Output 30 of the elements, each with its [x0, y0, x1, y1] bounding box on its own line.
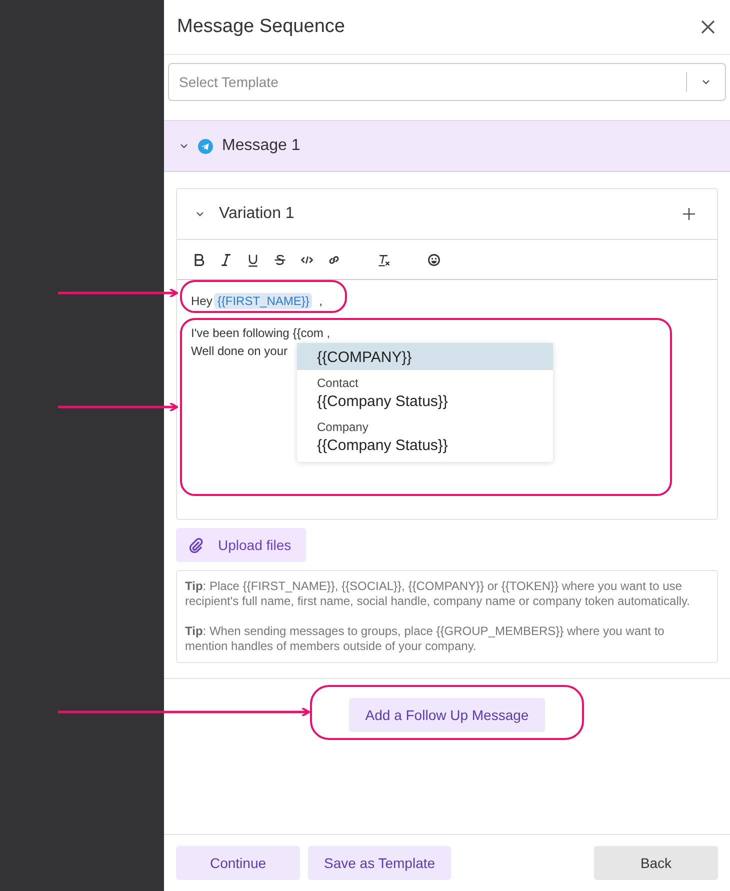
message-title: Message 1: [222, 137, 300, 155]
chevron-icon[interactable]: [195, 209, 205, 219]
variable-tag: {{FIRST_NAME}}: [214, 293, 312, 309]
footer-button[interactable]: Back: [594, 846, 718, 880]
chevron-icon[interactable]: [701, 77, 711, 87]
emoji-icon[interactable]: [426, 252, 442, 268]
variation-header[interactable]: Variation 1: [177, 189, 717, 240]
suggestion-item[interactable]: Company {{Company Status}}: [297, 414, 553, 458]
editor-text: Well done on your: [191, 343, 288, 360]
add-icon[interactable]: [683, 208, 695, 220]
upload-files-button[interactable]: Upload files: [176, 528, 306, 562]
message-header[interactable]: Message 1: [164, 120, 730, 172]
editor-text: Hey: [191, 294, 212, 308]
tip-text: Tip: Place {{FIRST_NAME}}, {{SOCIAL}}, {{COMPANY}} or {{TOKEN}} where you want to use recipient's full name, first name, social handle, company name or company token automatically.: [185, 579, 691, 609]
tip-text: Tip: When sending messages to groups, place {{GROUP_MEMBERS}} where you want to mention handles of members outside of your company.: [185, 624, 666, 654]
footer-button[interactable]: Save as Template: [308, 846, 452, 880]
message-editor[interactable]: Hey {{FIRST_NAME}} , I've been following {{com , Well done on your {{COMPANY}} Contact {{Company Status}} Company {{Company Status}}: [177, 280, 717, 519]
chevron-icon[interactable]: [179, 141, 189, 151]
editor-text: I've been following {{com ,: [191, 325, 330, 342]
variation-title: Variation 1: [219, 205, 296, 223]
panel-title: Message Sequence: [177, 16, 345, 38]
suggestion-item[interactable]: {{COMPANY}}: [297, 343, 553, 370]
footer-button[interactable]: Continue: [176, 846, 300, 880]
paperclip-icon: [188, 537, 204, 553]
suggestion-item[interactable]: Contact {{Company Status}}: [297, 370, 553, 414]
editor-text: ,: [318, 294, 322, 308]
paper-plane-icon: [198, 138, 213, 154]
template-select[interactable]: Select Template: [168, 63, 726, 101]
close-icon[interactable]: [700, 19, 716, 35]
add-follow-up-button[interactable]: Add a Follow Up Message: [349, 698, 545, 732]
